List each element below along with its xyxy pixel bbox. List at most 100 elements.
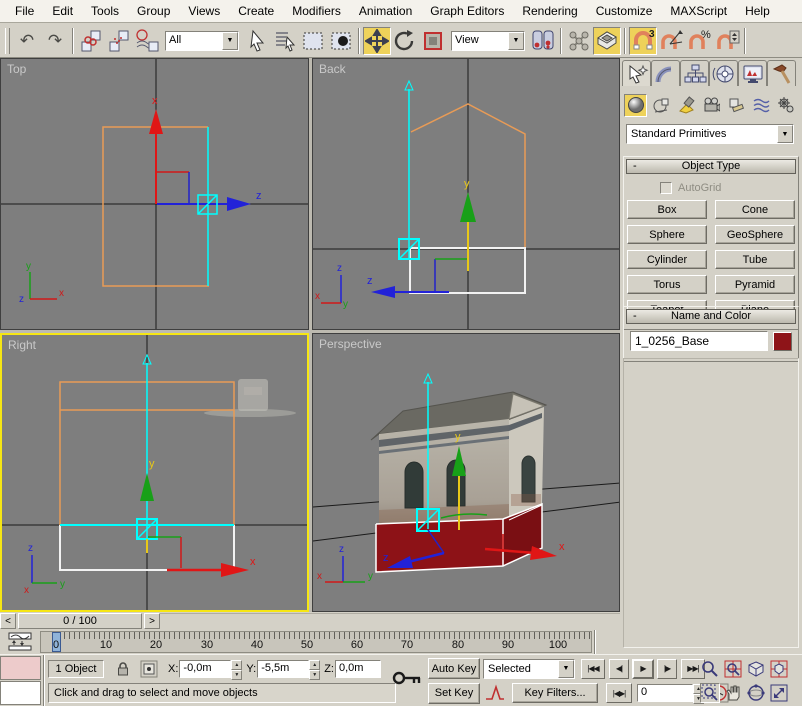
y-coordinate-field[interactable]: -5,5m xyxy=(257,660,309,678)
default-tangent-curve-icon[interactable] xyxy=(484,683,506,703)
menu-rendering[interactable]: Rendering xyxy=(513,1,586,21)
auto-key-button[interactable]: Auto Key xyxy=(428,658,480,679)
tab-create[interactable] xyxy=(622,60,651,86)
redo-button[interactable]: ↷ xyxy=(41,27,69,55)
previous-frame-button[interactable]: ◀| xyxy=(609,659,629,679)
category-cameras[interactable] xyxy=(699,94,722,117)
time-slider-track[interactable] xyxy=(160,613,620,629)
mini-curve-editor-icon[interactable] xyxy=(7,632,35,652)
geosphere-button[interactable]: GeoSphere xyxy=(715,225,795,244)
key-filters-button[interactable]: Key Filters... xyxy=(512,683,598,703)
menu-edit[interactable]: Edit xyxy=(43,1,82,21)
object-name-input[interactable]: 1_0256_Base xyxy=(630,331,768,351)
undo-button[interactable]: ↶ xyxy=(13,27,41,55)
snaps-toggle-button[interactable]: 3 xyxy=(629,27,657,55)
category-shapes[interactable] xyxy=(649,94,672,117)
cylinder-button[interactable]: Cylinder xyxy=(627,250,707,269)
viewport-perspective[interactable]: Perspective xyxy=(312,333,620,612)
chevron-down-icon[interactable]: ▼ xyxy=(558,660,574,678)
select-and-manipulate-button[interactable] xyxy=(565,27,593,55)
time-slider-prev-button[interactable]: < xyxy=(0,613,16,629)
window-crossing-toggle-button[interactable] xyxy=(327,27,355,55)
category-lights[interactable] xyxy=(674,94,697,117)
y-spinner[interactable]: ▲▼ xyxy=(309,660,320,678)
viewport-perspective-label[interactable]: Perspective xyxy=(319,337,382,351)
chevron-down-icon[interactable]: ▼ xyxy=(508,32,524,50)
chevron-down-icon[interactable]: ▼ xyxy=(777,125,793,143)
selection-filter-combo[interactable]: All ▼ xyxy=(165,31,239,51)
category-systems[interactable] xyxy=(774,94,797,117)
cone-button[interactable]: Cone xyxy=(715,200,795,219)
reference-coordinate-combo[interactable]: View ▼ xyxy=(451,31,525,51)
menu-views[interactable]: Views xyxy=(179,1,229,21)
tab-motion[interactable] xyxy=(709,60,738,86)
maxscript-mini-listener-macro[interactable] xyxy=(0,656,41,680)
tab-display[interactable] xyxy=(738,60,767,86)
absolute-mode-toggle-icon[interactable] xyxy=(140,660,158,678)
menu-maxscript[interactable]: MAXScript xyxy=(661,1,736,21)
set-key-button[interactable]: Set Key xyxy=(428,683,480,704)
object-type-rollout-header[interactable]: - Object Type xyxy=(626,159,796,174)
select-and-scale-button[interactable] xyxy=(419,27,447,55)
play-button[interactable]: ▶ xyxy=(632,659,654,679)
viewport-top-label[interactable]: Top xyxy=(7,62,26,76)
torus-button[interactable]: Torus xyxy=(627,275,707,294)
primitive-category-combo[interactable]: Standard Primitives ▼ xyxy=(626,124,794,144)
select-by-name-button[interactable] xyxy=(271,27,299,55)
viewport-back-label[interactable]: Back xyxy=(319,62,346,76)
chevron-down-icon[interactable]: ▼ xyxy=(222,32,238,50)
x-coordinate-field[interactable]: -0,0m xyxy=(179,660,231,678)
x-spinner[interactable]: ▲▼ xyxy=(231,660,242,678)
spinner-snap-toggle-button[interactable] xyxy=(713,27,741,55)
z-coordinate-field[interactable]: 0,0m xyxy=(335,660,381,678)
autogrid-checkbox[interactable] xyxy=(660,182,672,194)
tab-hierarchy[interactable] xyxy=(680,60,709,86)
angle-snap-toggle-button[interactable] xyxy=(657,27,685,55)
menu-create[interactable]: Create xyxy=(229,1,283,21)
zoom-extents-all-button[interactable] xyxy=(769,659,789,679)
menu-customize[interactable]: Customize xyxy=(587,1,662,21)
timeline-ruler[interactable]: 0 10 20 30 40 50 60 70 80 90 100 xyxy=(40,631,592,653)
menu-group[interactable]: Group xyxy=(128,1,179,21)
sphere-button[interactable]: Sphere xyxy=(627,225,707,244)
menu-tools[interactable]: Tools xyxy=(82,1,128,21)
pan-button[interactable] xyxy=(723,683,743,703)
category-helpers[interactable] xyxy=(724,94,747,117)
key-mode-toggle-button[interactable]: |◀▶| xyxy=(606,683,632,703)
name-color-rollout-header[interactable]: - Name and Color xyxy=(626,309,796,324)
tab-modify[interactable] xyxy=(651,60,680,86)
menu-animation[interactable]: Animation xyxy=(350,1,421,21)
next-frame-button[interactable]: |▶ xyxy=(657,659,677,679)
percent-snap-toggle-button[interactable]: % xyxy=(685,27,713,55)
box-button[interactable]: Box xyxy=(627,200,707,219)
keyboard-shortcut-override-button[interactable] xyxy=(593,27,621,55)
select-and-move-button[interactable] xyxy=(363,27,391,55)
menu-file[interactable]: File xyxy=(6,1,43,21)
tube-button[interactable]: Tube xyxy=(715,250,795,269)
time-slider-handle[interactable]: 0 / 100 xyxy=(18,613,142,629)
go-to-start-button[interactable]: |◀◀ xyxy=(581,659,605,679)
key-mode-combo[interactable]: Selected ▼ xyxy=(483,659,575,679)
maxscript-mini-listener[interactable] xyxy=(0,681,41,705)
bind-to-space-warp-button[interactable] xyxy=(133,27,161,55)
object-color-swatch[interactable] xyxy=(773,332,792,351)
menu-graph-editors[interactable]: Graph Editors xyxy=(421,1,513,21)
zoom-extents-button[interactable] xyxy=(746,659,766,679)
region-zoom-button[interactable] xyxy=(700,683,720,703)
use-pivot-point-center-button[interactable] xyxy=(529,27,557,55)
maximize-viewport-toggle-button[interactable] xyxy=(769,683,789,703)
transform-gizmo-key-icon[interactable] xyxy=(392,669,424,687)
viewport-back[interactable]: Back y z z xyxy=(312,58,620,330)
selection-lock-icon[interactable] xyxy=(116,661,130,677)
toolbar-drag-handle[interactable] xyxy=(5,28,10,54)
rectangular-selection-region-button[interactable] xyxy=(299,27,327,55)
current-frame-field[interactable]: 0 xyxy=(637,684,693,702)
category-space-warps[interactable] xyxy=(749,94,772,117)
arc-rotate-button[interactable] xyxy=(746,683,766,703)
pyramid-button[interactable]: Pyramid xyxy=(715,275,795,294)
category-geometry[interactable] xyxy=(624,94,647,117)
zoom-button[interactable] xyxy=(700,659,720,679)
menu-modifiers[interactable]: Modifiers xyxy=(283,1,350,21)
select-object-button[interactable] xyxy=(243,27,271,55)
time-slider-next-button[interactable]: > xyxy=(144,613,160,629)
